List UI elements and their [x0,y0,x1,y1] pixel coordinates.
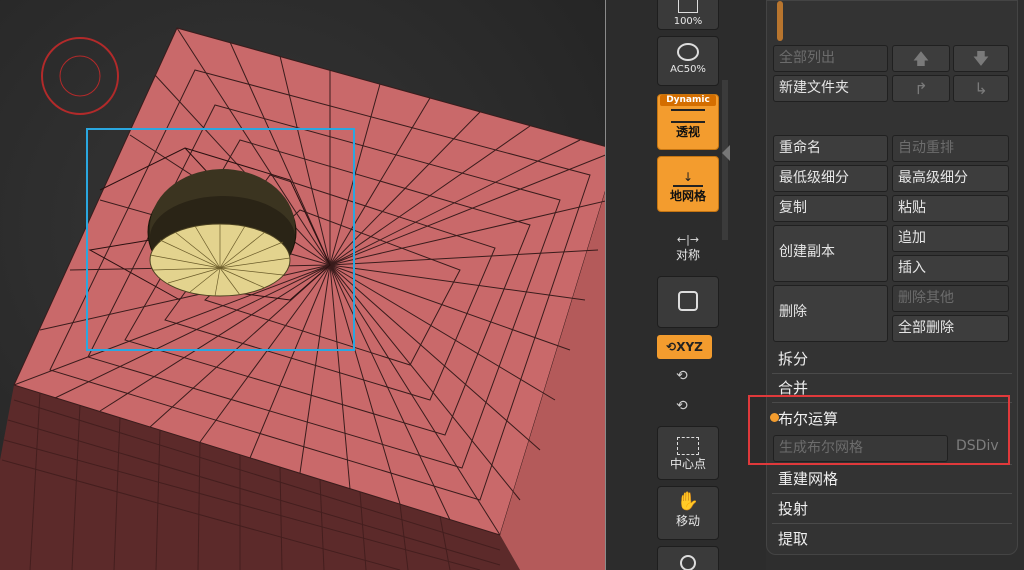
move-label: 移动 [675,514,700,528]
hand-icon: ✋ [676,491,700,512]
duplicate-button[interactable]: 创建副本 [773,225,888,282]
symmetry-button[interactable]: ←|→ 对称 [657,220,719,270]
dynamic-badge: Dynamic [660,95,716,106]
viewport-canvas[interactable] [0,0,605,570]
red-circle-gizmo [41,37,119,115]
new-folder-button[interactable]: 新建文件夹 [773,75,888,102]
xyz-label: XYZ [676,340,703,354]
symmetry-label: 对称 [675,248,700,262]
right-shelf: 100% AC50% Dynamic 透视 ↓ 地网格 ←|→ 对称 ⟲XYZ … [606,0,766,570]
move-down-arrow-icon[interactable]: 🡇 [953,45,1009,72]
aahalf-label: AC50% [670,64,706,75]
floor-grid-label: 地网格 [669,189,706,203]
actual-size-button[interactable]: 100% [657,0,719,30]
subtool-panel: 全部列出 🡅 🡇 新建文件夹 ↱ ↳ 重命名 自动重排 最低级细分 最高级细分 … [766,0,1024,570]
lowest-subdiv-button[interactable]: 最低级细分 [773,165,888,192]
paste-button[interactable]: 粘贴 [892,195,1009,222]
turn-down-arrow-icon[interactable]: ↳ [953,75,1009,102]
list-all-button[interactable]: 全部列出 [773,45,888,72]
move-button[interactable]: ✋ 移动 [657,486,719,540]
center-target-icon [677,437,699,455]
delete-other-button[interactable]: 删除其他 [892,285,1009,312]
perspective-button[interactable]: Dynamic 透视 [657,94,719,150]
camera-button[interactable] [657,276,719,328]
split-header[interactable]: 拆分 [778,348,808,369]
rotate-xyz-icon: ⟲ [666,340,677,354]
divider [772,523,1012,524]
zoom-icon [678,0,698,13]
subtool-list-scrollbar[interactable] [777,1,783,41]
copy-button[interactable]: 复制 [773,195,888,222]
scale-button[interactable] [657,546,719,570]
center-point-label: 中心点 [669,457,706,471]
perspective-label: 透视 [675,125,700,139]
delete-all-button[interactable]: 全部删除 [892,315,1009,342]
collapse-arrow-icon[interactable] [722,145,730,161]
perspective-icon [671,109,705,123]
delete-button[interactable]: 删除 [773,285,888,342]
magnifier-icon [677,43,699,61]
camera-icon [678,291,698,311]
scale-icon [680,555,696,570]
symmetry-icon: ←|→ [676,233,700,246]
divider [772,373,1012,374]
xyz-rotate-button[interactable]: ⟲XYZ [657,335,712,359]
divider [772,493,1012,494]
turn-right-arrow-icon[interactable]: ↱ [892,75,950,102]
boolean-highlight-box [748,395,1010,465]
actual-size-label: 100% [673,16,703,27]
auto-reorder-button[interactable]: 自动重排 [892,135,1009,162]
append-button[interactable]: 追加 [892,225,1009,252]
extract-header[interactable]: 提取 [778,528,808,549]
insert-button[interactable]: 插入 [892,255,1009,282]
rotate-z-icon[interactable]: ⟲ [676,398,688,414]
aahalf-button[interactable]: AC50% [657,36,719,86]
move-up-arrow-icon[interactable]: 🡅 [892,45,950,72]
floor-grid-icon: ↓ [673,171,703,187]
highest-subdiv-button[interactable]: 最高级细分 [892,165,1009,192]
project-header[interactable]: 投射 [778,498,808,519]
subtool-panel-inner: 全部列出 🡅 🡇 新建文件夹 ↱ ↳ 重命名 自动重排 最低级细分 最高级细分 … [766,0,1018,555]
floor-grid-button[interactable]: ↓ 地网格 [657,156,719,212]
remesh-header[interactable]: 重建网格 [778,468,838,489]
center-point-button[interactable]: 中心点 [657,426,719,480]
rotate-y-icon[interactable]: ⟲ [676,368,688,384]
cube-mesh-render [0,27,605,570]
rename-button[interactable]: 重命名 [773,135,888,162]
